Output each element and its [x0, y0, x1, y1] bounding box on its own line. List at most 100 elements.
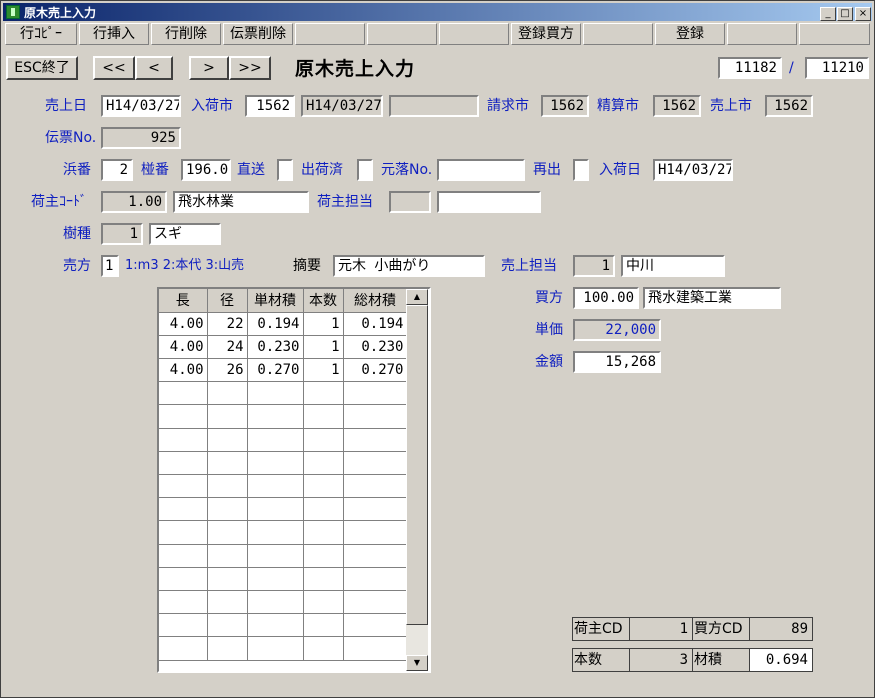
cell-total-volume[interactable] [343, 428, 408, 452]
cell-count[interactable] [303, 520, 344, 545]
cell-total-volume[interactable] [343, 404, 408, 429]
cell-length[interactable] [159, 613, 208, 638]
table-row[interactable]: 4.00 22 0.194 1 0.194 [159, 312, 408, 336]
table-row[interactable]: 4.00 24 0.230 1 0.230 [159, 335, 408, 360]
cell-length[interactable]: 4.00 [159, 312, 208, 336]
table-row[interactable] [159, 428, 408, 452]
cell-unit-volume[interactable] [247, 636, 304, 661]
cell-length[interactable] [159, 451, 208, 476]
cell-length[interactable] [159, 497, 208, 522]
toolbar-empty-button-5[interactable] [295, 23, 365, 45]
col-length-header[interactable]: 長 [159, 289, 208, 313]
toolbar-empty-button-12[interactable] [799, 23, 870, 45]
scroll-up-icon[interactable]: ▲ [406, 289, 428, 305]
cell-length[interactable]: 4.00 [159, 358, 208, 383]
cell-total-volume[interactable] [343, 636, 408, 661]
buyer-code-field[interactable]: 100.00 [573, 287, 639, 309]
table-row[interactable] [159, 381, 408, 406]
cell-length[interactable]: 4.00 [159, 335, 208, 360]
cell-total-volume[interactable] [343, 451, 408, 476]
register-button[interactable]: 登録 [655, 23, 725, 45]
close-button[interactable]: × [855, 7, 871, 21]
cell-length[interactable] [159, 381, 208, 406]
shipper-name-field[interactable]: 飛水林業 [173, 191, 309, 213]
cell-count[interactable] [303, 636, 344, 661]
table-row[interactable] [159, 451, 408, 476]
cell-diameter[interactable] [207, 428, 248, 452]
sale-method-field[interactable]: 1 [101, 255, 119, 277]
cell-count[interactable] [303, 404, 344, 429]
table-row[interactable] [159, 590, 408, 615]
table-row[interactable] [159, 520, 408, 545]
scroll-down-icon[interactable]: ▼ [406, 655, 428, 671]
cell-diameter[interactable]: 26 [207, 358, 248, 383]
cell-diameter[interactable]: 24 [207, 335, 248, 360]
cell-length[interactable] [159, 636, 208, 661]
cell-unit-volume[interactable] [247, 520, 304, 545]
cell-unit-volume[interactable]: 0.194 [247, 312, 304, 336]
table-row[interactable] [159, 544, 408, 568]
cell-unit-volume[interactable] [247, 404, 304, 429]
scroll-thumb[interactable] [406, 305, 428, 625]
cell-count[interactable] [303, 381, 344, 406]
cell-unit-volume[interactable]: 0.270 [247, 358, 304, 383]
cell-total-volume[interactable] [343, 590, 408, 615]
cell-count[interactable] [303, 428, 344, 452]
maximize-button[interactable]: □ [837, 7, 853, 21]
cell-diameter[interactable] [207, 590, 248, 615]
col-total-volume-header[interactable]: 総材積 [343, 289, 408, 313]
cell-count[interactable] [303, 567, 344, 591]
minimize-button[interactable]: _ [820, 7, 836, 21]
cell-diameter[interactable] [207, 544, 248, 568]
cell-diameter[interactable] [207, 497, 248, 522]
table-row[interactable] [159, 474, 408, 499]
cell-unit-volume[interactable] [247, 613, 304, 638]
cell-unit-volume[interactable]: 0.230 [247, 335, 304, 360]
cell-unit-volume[interactable] [247, 381, 304, 406]
species-code-field[interactable]: 1 [101, 223, 143, 245]
cell-length[interactable] [159, 404, 208, 429]
cell-count[interactable] [303, 590, 344, 615]
cell-length[interactable] [159, 520, 208, 545]
cell-length[interactable] [159, 590, 208, 615]
table-row[interactable] [159, 636, 408, 661]
hama-field[interactable]: 2 [101, 159, 133, 181]
cell-total-volume[interactable]: 0.230 [343, 335, 408, 360]
cell-total-volume[interactable]: 0.270 [343, 358, 408, 383]
cell-count[interactable] [303, 497, 344, 522]
cell-count[interactable]: 1 [303, 335, 344, 360]
sales-rep-name-field[interactable]: 中川 [621, 255, 725, 277]
cell-count[interactable] [303, 451, 344, 476]
hae-field[interactable]: 196.0 [181, 159, 231, 181]
cell-unit-volume[interactable] [247, 451, 304, 476]
register-buyer-button[interactable]: 登録買方 [511, 23, 581, 45]
origin-no-field[interactable] [437, 159, 525, 181]
amount-field[interactable]: 15,268 [573, 351, 661, 373]
reout-checkbox[interactable] [573, 159, 589, 181]
esc-exit-button[interactable]: ESC終了 [6, 56, 78, 80]
sales-rep-code-field[interactable]: 1 [573, 255, 615, 277]
cell-diameter[interactable] [207, 404, 248, 429]
table-row[interactable] [159, 497, 408, 522]
cell-unit-volume[interactable] [247, 474, 304, 499]
cell-diameter[interactable] [207, 474, 248, 499]
cell-total-volume[interactable] [343, 613, 408, 638]
cell-diameter[interactable] [207, 636, 248, 661]
cell-total-volume[interactable] [343, 381, 408, 406]
cell-diameter[interactable] [207, 613, 248, 638]
table-row[interactable] [159, 567, 408, 591]
grid-scrollbar[interactable]: ▲ ▼ [406, 289, 428, 671]
cell-unit-volume[interactable] [247, 567, 304, 591]
last-record-button[interactable]: >> [229, 56, 271, 80]
cell-diameter[interactable] [207, 567, 248, 591]
copy-row-button[interactable]: 行ｺﾋﾟｰ [5, 23, 77, 45]
cell-count[interactable]: 1 [303, 312, 344, 336]
cell-count[interactable]: 1 [303, 358, 344, 383]
delete-slip-button[interactable]: 伝票削除 [223, 23, 293, 45]
next-record-button[interactable]: > [189, 56, 229, 80]
cell-diameter[interactable]: 22 [207, 312, 248, 336]
cell-total-volume[interactable] [343, 520, 408, 545]
toolbar-empty-button-7[interactable] [439, 23, 509, 45]
summary-field[interactable]: 元木 小曲がり [333, 255, 485, 277]
shipped-checkbox[interactable] [357, 159, 373, 181]
